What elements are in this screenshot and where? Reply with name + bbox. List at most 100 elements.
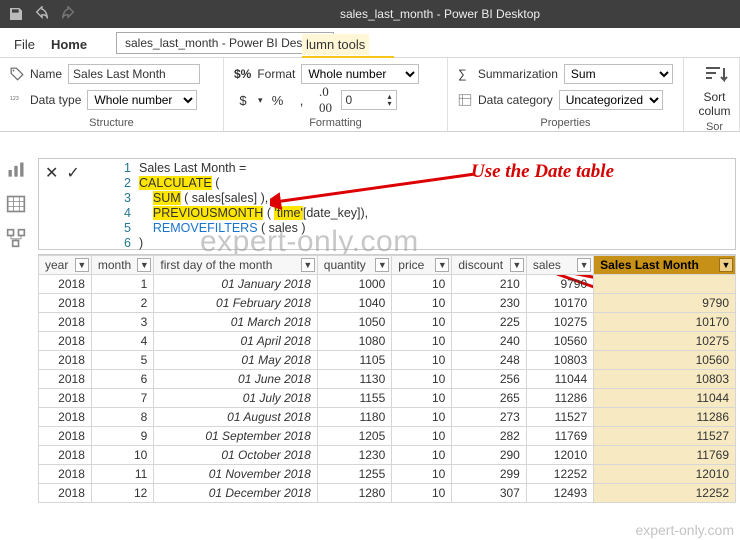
data-view-icon[interactable] (6, 194, 26, 214)
cell[interactable]: 11286 (594, 408, 736, 427)
cell[interactable]: 290 (452, 446, 527, 465)
sort-icon[interactable] (694, 64, 735, 90)
cell[interactable]: 11527 (526, 408, 593, 427)
cell[interactable]: 01 December 2018 (154, 484, 317, 503)
cell[interactable]: 10170 (526, 294, 593, 313)
cell[interactable]: 9790 (526, 275, 593, 294)
save-icon[interactable] (8, 6, 24, 22)
cell[interactable]: 01 September 2018 (154, 427, 317, 446)
table-row[interactable]: 2018901 September 2018120510282117691152… (39, 427, 736, 446)
cell[interactable]: 10 (392, 332, 452, 351)
commit-formula-icon[interactable]: ✓ (66, 163, 79, 183)
cell[interactable]: 11044 (594, 389, 736, 408)
cell[interactable]: 10170 (594, 313, 736, 332)
cell[interactable]: 8 (91, 408, 153, 427)
cell[interactable]: 5 (91, 351, 153, 370)
decimals-input[interactable]: 0▴▾ (341, 90, 397, 110)
undo-icon[interactable] (34, 6, 50, 22)
cell[interactable]: 01 June 2018 (154, 370, 317, 389)
table-row[interactable]: 2018601 June 20181130102561104410803 (39, 370, 736, 389)
cell[interactable]: 282 (452, 427, 527, 446)
cell[interactable]: 1130 (317, 370, 392, 389)
cell[interactable]: 2018 (39, 465, 92, 484)
format-select[interactable]: Whole number (301, 64, 419, 84)
cell[interactable]: 307 (452, 484, 527, 503)
cell[interactable]: 10 (392, 408, 452, 427)
cell[interactable]: 10 (91, 446, 153, 465)
cell[interactable]: 11769 (526, 427, 593, 446)
cell[interactable]: 299 (452, 465, 527, 484)
column-header[interactable]: sales▼ (526, 256, 593, 275)
cell[interactable]: 12252 (526, 465, 593, 484)
cell[interactable]: 1230 (317, 446, 392, 465)
cell[interactable]: 2018 (39, 408, 92, 427)
cell[interactable]: 10275 (526, 313, 593, 332)
cell[interactable]: 01 August 2018 (154, 408, 317, 427)
cell[interactable]: 6 (91, 370, 153, 389)
summarization-select[interactable]: Sum (564, 64, 673, 84)
cell[interactable]: 12 (91, 484, 153, 503)
cell[interactable]: 2018 (39, 313, 92, 332)
data-grid[interactable]: year▼month▼first day of the month▼quanti… (38, 254, 736, 503)
cell[interactable]: 10 (392, 351, 452, 370)
redo-icon[interactable] (60, 6, 76, 22)
cell[interactable]: 12010 (526, 446, 593, 465)
cell[interactable]: 01 May 2018 (154, 351, 317, 370)
cell[interactable]: 2018 (39, 484, 92, 503)
table-row[interactable]: 2018301 March 20181050102251027510170 (39, 313, 736, 332)
cell[interactable]: 01 October 2018 (154, 446, 317, 465)
category-select[interactable]: Uncategorized (559, 90, 663, 110)
cell[interactable]: 12493 (526, 484, 593, 503)
cell[interactable]: 10560 (594, 351, 736, 370)
cell[interactable]: 10 (392, 313, 452, 332)
cell[interactable]: 10 (392, 370, 452, 389)
cell[interactable]: 10 (392, 484, 452, 503)
cell[interactable]: 10803 (526, 351, 593, 370)
cell[interactable]: 12252 (594, 484, 736, 503)
cell[interactable]: 01 November 2018 (154, 465, 317, 484)
table-row[interactable]: 2018701 July 20181155102651128611044 (39, 389, 736, 408)
currency-button[interactable]: $ (234, 91, 252, 109)
cell[interactable]: 1180 (317, 408, 392, 427)
cell[interactable]: 265 (452, 389, 527, 408)
column-header[interactable]: quantity▼ (317, 256, 392, 275)
cell[interactable]: 10 (392, 427, 452, 446)
report-view-icon[interactable] (6, 160, 26, 180)
cell[interactable]: 10 (392, 446, 452, 465)
cell[interactable]: 273 (452, 408, 527, 427)
table-row[interactable]: 2018101 January 20181000102109790 (39, 275, 736, 294)
cell[interactable]: 1280 (317, 484, 392, 503)
cell[interactable]: 10275 (594, 332, 736, 351)
cell[interactable]: 248 (452, 351, 527, 370)
cell[interactable]: 1205 (317, 427, 392, 446)
model-view-icon[interactable] (6, 228, 26, 248)
table-row[interactable]: 2018501 May 20181105102481080310560 (39, 351, 736, 370)
cell[interactable]: 256 (452, 370, 527, 389)
cell[interactable]: 10803 (594, 370, 736, 389)
cell[interactable]: 11286 (526, 389, 593, 408)
cancel-formula-icon[interactable]: ✕ (45, 163, 58, 183)
column-header[interactable]: price▼ (392, 256, 452, 275)
cell[interactable]: 01 July 2018 (154, 389, 317, 408)
name-field[interactable]: Sales Last Month (68, 64, 200, 84)
cell[interactable]: 01 January 2018 (154, 275, 317, 294)
cell[interactable]: 10 (392, 275, 452, 294)
cell[interactable]: 9 (91, 427, 153, 446)
table-row[interactable]: 2018401 April 20181080102401056010275 (39, 332, 736, 351)
cell[interactable]: 2018 (39, 275, 92, 294)
cell[interactable]: 7 (91, 389, 153, 408)
cell[interactable]: 11527 (594, 427, 736, 446)
cell[interactable]: 01 March 2018 (154, 313, 317, 332)
cell[interactable]: 1155 (317, 389, 392, 408)
tab-file[interactable]: File (14, 31, 35, 57)
thousands-button[interactable]: , (293, 91, 311, 109)
datatype-select[interactable]: Whole number (87, 90, 197, 110)
tab-column-tools[interactable]: lumn tools (302, 34, 369, 55)
cell[interactable]: 4 (91, 332, 153, 351)
cell[interactable]: 10560 (526, 332, 593, 351)
column-header[interactable]: year▼ (39, 256, 92, 275)
table-row[interactable]: 20181201 December 2018128010307124931225… (39, 484, 736, 503)
cell[interactable]: 1000 (317, 275, 392, 294)
column-header[interactable]: Sales Last Month▼ (594, 256, 736, 275)
cell[interactable]: 240 (452, 332, 527, 351)
